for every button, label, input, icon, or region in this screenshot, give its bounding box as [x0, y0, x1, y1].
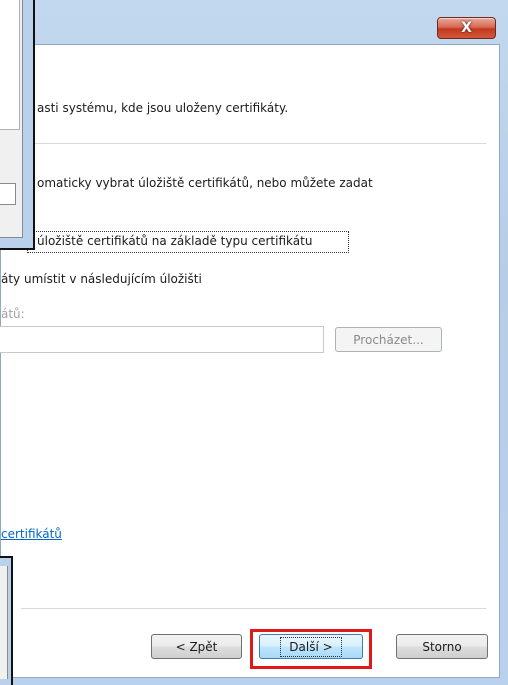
wizard-page: asti systému, kde jsou uloženy certifiká…	[0, 44, 500, 678]
learn-more-link[interactable]: certifikátů	[1, 527, 62, 541]
next-button-highlight	[250, 629, 372, 669]
radio-auto-select[interactable]: úložiště certifikátů na základě typu cer…	[27, 231, 349, 253]
title-bar[interactable]: X	[0, 0, 508, 44]
back-button[interactable]: < Zpět	[151, 634, 242, 659]
background-window-button[interactable]	[0, 183, 16, 205]
close-icon: X	[461, 20, 472, 36]
background-window-bottom	[0, 556, 13, 685]
wizard-window-frame: X asti systému, kde jsou uloženy certifi…	[0, 0, 508, 685]
certificate-store-input[interactable]	[0, 326, 324, 353]
radio-manual-label[interactable]: áty umístit v následujícím úložišti	[1, 272, 202, 286]
background-window-panel	[0, 0, 23, 238]
intro-text: asti systému, kde jsou uloženy certifiká…	[37, 101, 289, 115]
header-divider	[21, 143, 486, 144]
store-label: átů:	[1, 307, 25, 321]
footer-divider	[21, 608, 486, 609]
background-window-list	[0, 0, 20, 130]
browse-button[interactable]: Procházet...	[335, 327, 442, 352]
background-window-top	[0, 0, 35, 250]
description-text: omaticky vybrat úložiště certifikátů, ne…	[37, 176, 373, 190]
radio-auto-label: úložiště certifikátů na základě typu cer…	[37, 234, 313, 248]
background-window-panel-bottom	[0, 566, 8, 679]
close-button[interactable]: X	[437, 17, 496, 39]
cancel-button[interactable]: Storno	[396, 634, 488, 659]
